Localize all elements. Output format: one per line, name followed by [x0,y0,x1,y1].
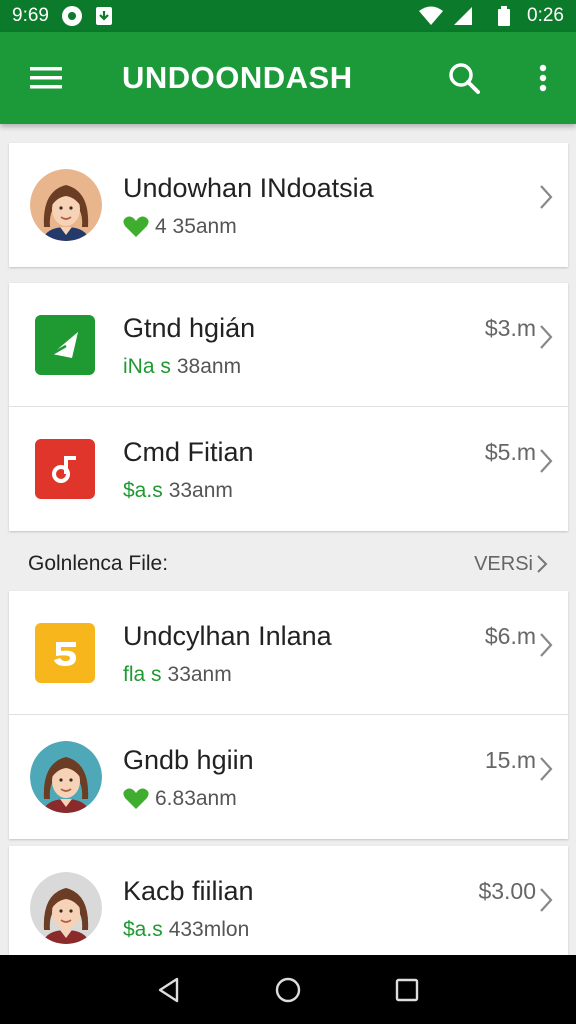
avatar [30,741,102,813]
hamburger-menu-icon [30,67,62,89]
download-notification-icon [95,6,113,26]
item-subtitle-group: 6.83anm [123,787,237,811]
item-subtitle: 38anm [176,355,242,378]
item-amount: $6.m [484,623,536,649]
card-files: Undcylhan Inlana fla s 33anm $6.m Gndb h… [9,591,568,839]
item-title: Kacb fiilian [123,876,254,906]
app-bar: UNDOONDASH [0,32,576,124]
more-vert-icon [539,64,547,92]
item-subtitle-group: $a.s 433mlon [123,918,249,942]
item-subtitle-group: 4 35anm [123,215,237,239]
item-amount: $3.00 [478,878,536,904]
wifi-icon [419,6,444,26]
green-app-icon [35,315,95,375]
list-item[interactable]: Gndb hgiin 6.83anm 15.m [9,715,568,839]
card-transactions: Gtnd hgián iNa s 38anm $3.m Cmd Fitian $… [9,283,568,531]
more-options-button[interactable] [528,58,558,98]
chevron-right-icon [540,888,553,912]
item-subtitle: 33anm [167,663,232,686]
item-tag: $a.s [123,918,163,941]
avatar [30,872,102,944]
list-item[interactable]: Kacb fiilian $a.s 433mlon $3.00 [9,846,568,970]
recents-button[interactable] [389,972,425,1008]
avatar [30,169,102,241]
chevron-right-icon [540,185,553,209]
menu-button[interactable] [28,62,64,94]
system-navigation-bar [0,955,576,1024]
battery-icon [497,6,511,26]
item-tag: $a.s [123,479,163,502]
heart-icon [123,216,149,237]
section-header: Golnlenca File: VERSi [0,538,576,590]
app-title: UNDOONDASH [122,60,353,95]
item-subtitle-group: fla s 33anm [123,663,232,687]
item-title: Gndb hgiin [123,745,254,775]
item-amount: 15.m [484,747,536,773]
item-amount: $5.m [484,439,536,465]
status-time-left: 9:69 [12,5,49,26]
card-bottom: Kacb fiilian $a.s 433mlon $3.00 [9,846,568,970]
notification-circle-icon [61,5,83,27]
chevron-right-icon [540,325,553,349]
item-subtitle: 6.83anm [155,787,237,810]
back-button[interactable] [151,972,187,1008]
item-title: Undowhan INdoatsia [123,173,374,203]
home-circle-icon [275,977,301,1002]
section-title: Golnlenca File: [28,552,169,575]
card-top: Undowhan INdoatsia 4 35anm [9,143,568,267]
heart-icon [123,788,149,809]
search-icon [449,63,480,94]
list-item[interactable]: Cmd Fitian $a.s 33anm $5.m [9,407,568,531]
chevron-right-icon [540,449,553,473]
item-subtitle: 433mlon [168,918,250,941]
yellow-app-icon [35,623,95,683]
item-title: Gtnd hgián [123,313,256,343]
list-item[interactable]: Gtnd hgián iNa s 38anm $3.m [9,283,568,407]
red-app-icon [35,439,95,499]
chevron-right-icon [540,757,553,781]
item-tag: iNa s [123,355,171,378]
home-button[interactable] [270,972,306,1008]
back-triangle-icon [159,977,179,1002]
search-button[interactable] [444,58,484,98]
list-item[interactable]: Undcylhan Inlana fla s 33anm $6.m [9,591,568,715]
recents-square-icon [395,978,418,1001]
status-bar: 9:69 0:26 [0,0,576,32]
item-tag: fla s [123,663,162,686]
section-more-link[interactable]: VERSi [474,553,548,576]
item-title: Cmd Fitian [123,437,254,467]
item-subtitle: 33anm [168,479,233,502]
item-subtitle-group: iNa s 38anm [123,355,241,379]
section-more-label: VERSi [474,552,533,575]
chevron-right-icon [537,555,548,573]
item-title: Undcylhan Inlana [123,621,332,651]
list-item[interactable]: Undowhan INdoatsia 4 35anm [9,143,568,267]
item-amount: $3.m [484,315,536,341]
item-subtitle: 4 35anm [155,215,237,238]
item-subtitle-group: $a.s 33anm [123,479,233,503]
chevron-right-icon [540,633,553,657]
signal-icon [453,6,473,26]
status-time-right: 0:26 [527,5,564,26]
